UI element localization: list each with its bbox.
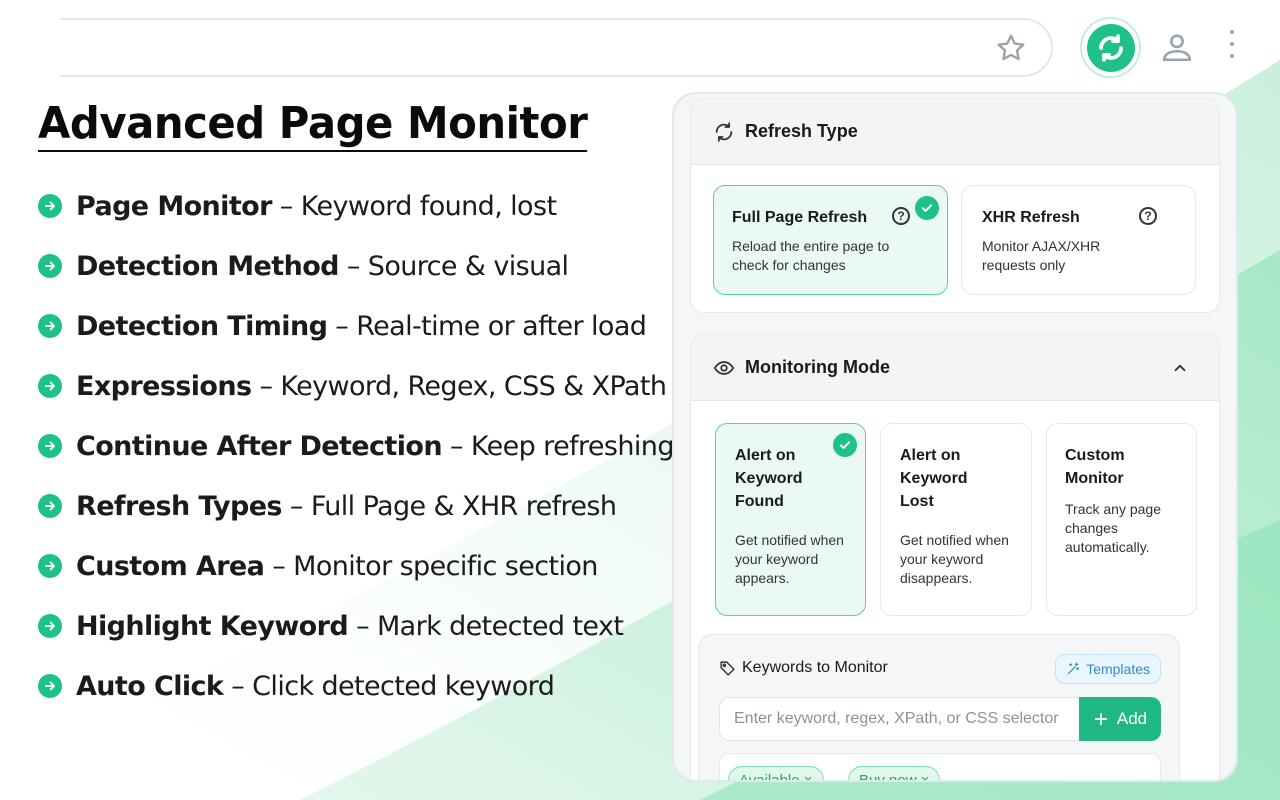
feature-item: Detection Timing – Real-time or after load — [38, 296, 674, 356]
feature-separator: – — [272, 550, 286, 582]
alert-keyword-lost-option[interactable]: Alert on Keyword Lost Get notified when … — [880, 423, 1032, 616]
magic-wand-icon — [1067, 662, 1080, 675]
keywords-label: Keywords to Monitor — [719, 659, 888, 677]
feature-item: Custom Area – Monitor specific section — [38, 536, 674, 596]
keyword-input[interactable] — [719, 697, 1079, 741]
feature-item: Auto Click – Click detected keyword — [38, 656, 674, 716]
feature-separator: – — [231, 670, 245, 702]
feature-description: Mark detected text — [376, 610, 624, 642]
arrow-right-icon — [38, 434, 62, 458]
browser-toolbar — [0, 0, 1280, 92]
arrow-right-icon — [38, 554, 62, 578]
templates-label: Templates — [1086, 661, 1150, 677]
feature-name: Custom Area — [76, 550, 265, 582]
feature-item: Highlight Keyword – Mark detected text — [38, 596, 674, 656]
arrow-right-icon — [38, 494, 62, 518]
feature-description: Monitor specific section — [293, 550, 598, 582]
refresh-type-title: Refresh Type — [745, 121, 858, 141]
tag-icon — [720, 660, 735, 676]
feature-description: Keyword, Regex, CSS & XPath — [280, 370, 667, 402]
feature-item: Continue After Detection – Keep refreshing — [38, 416, 674, 476]
arrow-right-icon — [38, 374, 62, 398]
feature-item: Detection Method – Source & visual — [38, 236, 674, 296]
keyword-tag[interactable]: Buy now × — [848, 766, 941, 780]
alert-keyword-found-option[interactable]: Alert on Keyword Found Get notified when… — [715, 423, 866, 616]
feature-description: Keep refreshing — [470, 430, 675, 462]
feature-section: Advanced Page Monitor Page Monitor – Keywo… — [38, 98, 674, 716]
help-icon[interactable]: ? — [892, 207, 910, 225]
refresh-icon — [715, 121, 733, 142]
full-page-refresh-option[interactable]: Full Page Refresh Reload the entire page… — [713, 185, 948, 295]
refresh-extension-icon — [1086, 23, 1135, 72]
feature-description: Full Page & XHR refresh — [310, 490, 617, 522]
feature-description: Click detected keyword — [252, 670, 555, 702]
feature-name: Page Monitor — [76, 190, 272, 222]
page-title: Advanced Page Monitor — [38, 98, 588, 152]
option-description: Monitor AJAX/XHR requests only — [982, 238, 1101, 273]
option-description: Get notified when your keyword disappear… — [900, 532, 1009, 586]
add-label: Add — [1116, 709, 1148, 728]
feature-separator: – — [335, 310, 349, 342]
feature-list: Page Monitor – Keyword found, lost Detectio… — [38, 176, 674, 716]
xhr-refresh-option[interactable]: XHR Refresh Monitor AJAX/XHR requests on… — [961, 185, 1196, 295]
eye-icon — [713, 360, 735, 375]
refresh-type-header: Refresh Type — [691, 99, 1219, 165]
custom-monitor-option[interactable]: Custom Monitor Track any page changes au… — [1046, 423, 1197, 616]
feature-name: Detection Method — [76, 250, 339, 282]
feature-separator: – — [449, 430, 464, 462]
chevron-up-icon[interactable] — [1171, 359, 1189, 377]
extension-button[interactable] — [1080, 17, 1141, 78]
feature-name: Auto Click — [76, 670, 224, 702]
option-description: Track any page changes automatically. — [1065, 501, 1161, 555]
feature-name: Detection Timing — [76, 310, 328, 342]
option-title: Alert on Keyword Lost — [900, 447, 968, 510]
monitoring-mode-title: Monitoring Mode — [745, 357, 890, 377]
keywords-section: Keywords to Monitor Templates Add Availa… — [698, 634, 1180, 780]
keyword-tags: Available × Buy now × — [719, 753, 1161, 780]
check-icon — [915, 196, 939, 220]
plus-icon — [1094, 712, 1108, 726]
feature-description: Keyword found, lost — [300, 190, 557, 222]
feature-name: Continue After Detection — [76, 430, 443, 462]
help-icon[interactable]: ? — [1139, 207, 1157, 225]
feature-separator: – — [279, 190, 294, 222]
arrow-right-icon — [38, 674, 62, 698]
arrow-right-icon — [38, 254, 62, 278]
option-description: Get notified when your keyword appears. — [735, 532, 844, 586]
check-icon — [833, 433, 857, 457]
feature-separator: – — [289, 490, 304, 522]
star-icon[interactable] — [995, 32, 1027, 64]
arrow-right-icon — [38, 314, 62, 338]
feature-item: Page Monitor – Keyword found, lost — [38, 176, 674, 236]
feature-name: Expressions — [76, 370, 252, 402]
profile-icon[interactable] — [1160, 30, 1194, 64]
address-bar[interactable] — [60, 18, 1053, 77]
arrow-right-icon — [38, 194, 62, 218]
templates-button[interactable]: Templates — [1055, 654, 1161, 684]
add-keyword-button[interactable]: Add — [1079, 697, 1161, 741]
feature-separator: – — [346, 250, 361, 282]
refresh-type-card: Refresh Type Full Page Refresh Reload th… — [690, 98, 1220, 313]
keyword-tag[interactable]: Available × — [728, 766, 824, 780]
feature-item: Expressions – Keyword, Regex, CSS & XPath — [38, 356, 674, 416]
feature-description: Source & visual — [367, 250, 569, 282]
option-title: Alert on Keyword Found — [735, 447, 803, 510]
feature-separator: – — [356, 610, 370, 642]
option-title: Custom Monitor — [1065, 447, 1125, 487]
keywords-label-text: Keywords to Monitor — [742, 659, 888, 676]
arrow-right-icon — [38, 614, 62, 638]
monitoring-mode-header[interactable]: Monitoring Mode — [691, 335, 1219, 401]
feature-separator: – — [259, 370, 273, 402]
feature-name: Refresh Types — [76, 490, 283, 522]
feature-name: Highlight Keyword — [76, 610, 349, 642]
feature-description: Real-time or after load — [356, 310, 647, 342]
option-description: Reload the entire page to check for chan… — [732, 238, 890, 273]
extension-panel: Refresh Type Full Page Refresh Reload th… — [672, 92, 1238, 782]
feature-item: Refresh Types – Full Page & XHR refresh — [38, 476, 674, 536]
kebab-menu-icon[interactable] — [1225, 30, 1239, 64]
